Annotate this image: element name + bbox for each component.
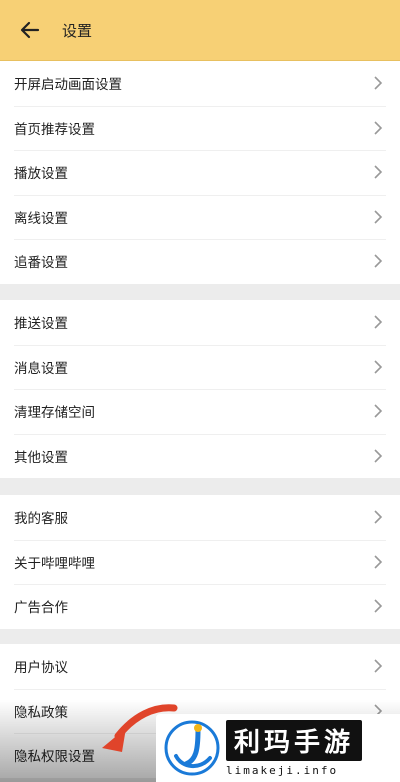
chevron-right-icon bbox=[374, 121, 383, 135]
chevron-right-icon bbox=[374, 210, 383, 224]
settings-item-label: 我的客服 bbox=[14, 511, 68, 528]
chevron-right-icon bbox=[374, 449, 383, 463]
app-bar: 设置 bbox=[0, 0, 400, 61]
settings-item-about[interactable]: 关于哔哩哔哩 bbox=[0, 539, 400, 585]
settings-item-splash[interactable]: 开屏启动画面设置 bbox=[0, 61, 400, 106]
chevron-right-icon bbox=[374, 555, 383, 569]
settings-item-offline[interactable]: 离线设置 bbox=[0, 194, 400, 240]
settings-item-label: 隐私政策 bbox=[14, 704, 68, 721]
chevron-right-icon bbox=[374, 599, 383, 613]
settings-item-ad-cooperation[interactable]: 广告合作 bbox=[0, 584, 400, 629]
settings-item-privacy-permissions[interactable]: 隐私权限设置 bbox=[0, 733, 400, 778]
settings-item-label: 首页推荐设置 bbox=[14, 121, 95, 138]
settings-item-label: 广告合作 bbox=[14, 600, 68, 617]
chevron-right-icon bbox=[374, 76, 383, 90]
settings-item-label: 关于哔哩哔哩 bbox=[14, 555, 95, 572]
chevron-right-icon bbox=[374, 315, 383, 329]
settings-group-notifications: 推送设置 消息设置 清理存储空间 其他设置 bbox=[0, 300, 400, 478]
settings-item-push[interactable]: 推送设置 bbox=[0, 300, 400, 345]
arrow-left-icon bbox=[20, 21, 40, 39]
settings-item-user-agreement[interactable]: 用户协议 bbox=[0, 644, 400, 689]
settings-item-messages[interactable]: 消息设置 bbox=[0, 344, 400, 390]
settings-item-playback[interactable]: 播放设置 bbox=[0, 150, 400, 195]
page-title: 设置 bbox=[62, 21, 93, 40]
settings-item-label: 消息设置 bbox=[14, 360, 68, 377]
settings-item-label: 清理存储空间 bbox=[14, 405, 95, 422]
settings-item-clear-storage[interactable]: 清理存储空间 bbox=[0, 389, 400, 434]
settings-item-label: 其他设置 bbox=[14, 449, 68, 466]
settings-item-label: 离线设置 bbox=[14, 210, 68, 227]
settings-group-legal: 用户协议 隐私政策 隐私权限设置 bbox=[0, 644, 400, 778]
settings-item-follow-anime[interactable]: 追番设置 bbox=[0, 239, 400, 284]
settings-item-label: 隐私权限设置 bbox=[14, 749, 95, 766]
settings-item-privacy-policy[interactable]: 隐私政策 bbox=[0, 688, 400, 734]
settings-item-customer-service[interactable]: 我的客服 bbox=[0, 495, 400, 540]
chevron-right-icon bbox=[374, 165, 383, 179]
settings-item-label: 推送设置 bbox=[14, 316, 68, 333]
chevron-right-icon bbox=[374, 748, 383, 762]
settings-item-label: 开屏启动画面设置 bbox=[14, 77, 122, 94]
chevron-right-icon bbox=[374, 360, 383, 374]
chevron-right-icon bbox=[374, 404, 383, 418]
settings-item-other[interactable]: 其他设置 bbox=[0, 433, 400, 479]
settings-item-label: 用户协议 bbox=[14, 660, 68, 677]
back-button[interactable] bbox=[16, 16, 44, 44]
settings-group-general: 开屏启动画面设置 首页推荐设置 播放设置 离线设置 追番设置 bbox=[0, 61, 400, 284]
chevron-right-icon bbox=[374, 510, 383, 524]
settings-item-home-recommend[interactable]: 首页推荐设置 bbox=[0, 105, 400, 151]
settings-group-about: 我的客服 关于哔哩哔哩 广告合作 bbox=[0, 495, 400, 629]
settings-item-label: 播放设置 bbox=[14, 166, 68, 183]
chevron-right-icon bbox=[374, 704, 383, 718]
chevron-right-icon bbox=[374, 254, 383, 268]
settings-item-label: 追番设置 bbox=[14, 255, 68, 272]
chevron-right-icon bbox=[374, 659, 383, 673]
